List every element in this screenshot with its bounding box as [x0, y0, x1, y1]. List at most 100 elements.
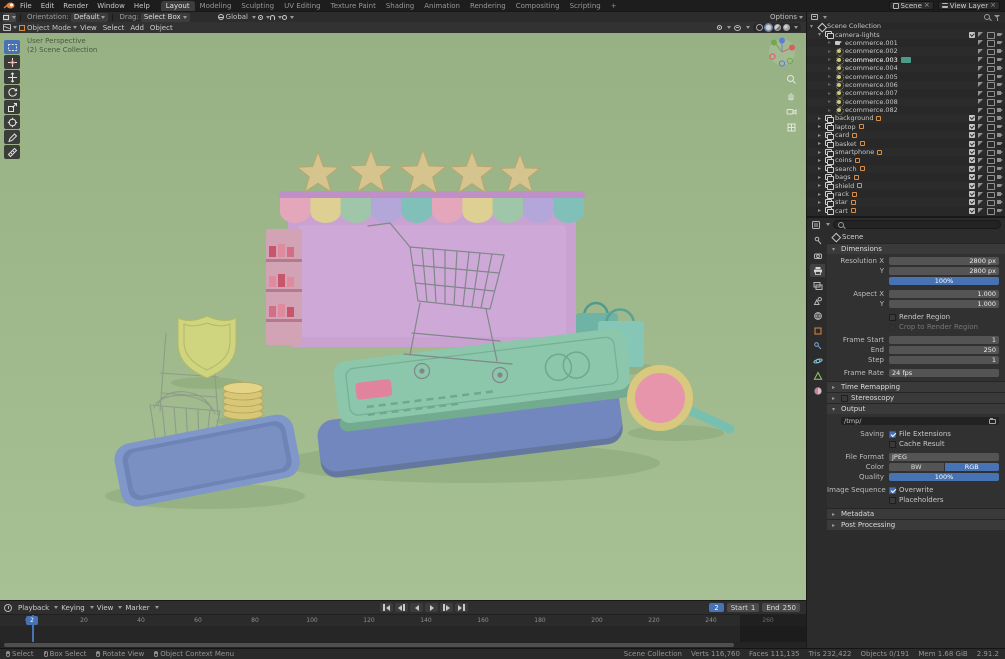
frame-start-field[interactable]: 1: [889, 336, 999, 344]
selectable-toggle-icon[interactable]: [977, 65, 984, 72]
current-frame-field[interactable]: 2: [709, 603, 724, 612]
menu-add[interactable]: Add: [127, 24, 147, 32]
output-path-field[interactable]: /tmp/: [841, 417, 999, 425]
collection-checkbox[interactable]: [968, 149, 975, 156]
expand-arrow[interactable]: ▸: [818, 132, 825, 139]
resolution-percent-slider[interactable]: 100%: [889, 277, 999, 285]
material-preview-icon[interactable]: [774, 24, 781, 31]
hide-render-toggle-icon[interactable]: [996, 207, 1003, 214]
hide-render-toggle-icon[interactable]: [996, 81, 1003, 88]
menu-file[interactable]: File: [16, 2, 36, 10]
expand-arrow[interactable]: ▸: [828, 81, 835, 88]
zoom-icon[interactable]: [786, 74, 797, 85]
toggle-ortho-icon[interactable]: [786, 122, 797, 133]
menu-keying[interactable]: Keying: [58, 604, 88, 612]
outliner-item-label[interactable]: Scene Collection: [827, 22, 881, 30]
outliner-item-label[interactable]: ecommerce.002: [845, 47, 898, 55]
hide-render-toggle-icon[interactable]: [996, 165, 1003, 172]
selectable-toggle-icon[interactable]: [977, 107, 984, 114]
add-workspace-button[interactable]: +: [606, 1, 622, 11]
stereoscopy-checkbox[interactable]: [841, 394, 848, 402]
hide-render-toggle-icon[interactable]: [996, 132, 1003, 139]
tab-modeling[interactable]: Modeling: [195, 1, 237, 11]
hide-viewport-toggle-icon[interactable]: [987, 56, 995, 64]
hide-render-toggle-icon[interactable]: [996, 73, 1003, 80]
prev-keyframe-button[interactable]: [395, 603, 408, 612]
outliner-editor-icon[interactable]: [811, 14, 818, 20]
outliner-item-label[interactable]: basket: [835, 140, 857, 148]
collection-checkbox[interactable]: [968, 31, 975, 38]
tool-measure[interactable]: [4, 145, 20, 159]
outliner-row[interactable]: ▸ search: [807, 164, 1005, 174]
expand-arrow[interactable]: ▸: [818, 165, 825, 172]
outliner-row[interactable]: ▾ camera-lights: [807, 30, 1005, 40]
menu-view[interactable]: View: [77, 24, 100, 32]
search-icon[interactable]: [983, 13, 991, 21]
cache-result-checkbox[interactable]: [889, 440, 896, 448]
tab-view-layer[interactable]: [810, 279, 825, 292]
outliner-row[interactable]: ▸ star: [807, 198, 1005, 207]
menu-window[interactable]: Window: [93, 2, 129, 10]
expand-arrow[interactable]: ▸: [828, 73, 835, 80]
hide-viewport-toggle-icon[interactable]: [987, 165, 995, 173]
panel-header-time-remapping[interactable]: ▸ Time Remapping: [827, 381, 1005, 392]
view-layer-selector[interactable]: View Layer ×: [937, 1, 1000, 10]
hide-viewport-toggle-icon[interactable]: [987, 157, 995, 165]
tab-modifiers[interactable]: [810, 339, 825, 352]
expand-arrow[interactable]: ▸: [818, 174, 825, 181]
outliner-item-label[interactable]: card: [835, 131, 849, 139]
panel-header-metadata[interactable]: ▸ Metadata: [827, 508, 1005, 519]
expand-arrow[interactable]: ▸: [818, 157, 825, 164]
outliner-item-label[interactable]: bags: [835, 173, 851, 181]
orientation-dropdown[interactable]: Default: [70, 12, 109, 22]
breadcrumb-scene[interactable]: Scene: [842, 233, 863, 241]
play-button[interactable]: [425, 603, 438, 612]
outliner-item-label[interactable]: background: [835, 114, 873, 122]
selectable-toggle-icon[interactable]: [977, 199, 984, 206]
frame-step-field[interactable]: 1: [889, 356, 999, 364]
hide-viewport-toggle-icon[interactable]: [987, 107, 995, 115]
selectable-toggle-icon[interactable]: [977, 73, 984, 80]
coins[interactable]: [222, 382, 264, 420]
outliner-item-label[interactable]: smartphone: [835, 148, 874, 156]
hide-render-toggle-icon[interactable]: [996, 115, 1003, 122]
selectable-toggle-icon[interactable]: [977, 90, 984, 97]
color-rgb-button[interactable]: RGB: [944, 463, 999, 471]
expand-arrow[interactable]: ▸: [818, 149, 825, 156]
collection-checkbox[interactable]: [968, 199, 975, 206]
placeholders-checkbox[interactable]: [889, 496, 896, 504]
selectable-toggle-icon[interactable]: [977, 149, 984, 156]
outliner-item-label[interactable]: ecommerce.005: [845, 73, 898, 81]
collection-checkbox[interactable]: [968, 157, 975, 164]
hide-render-toggle-icon[interactable]: [996, 140, 1003, 147]
folder-icon[interactable]: [989, 417, 996, 424]
transform-orientation-dropdown[interactable]: Global: [216, 13, 258, 22]
outliner-item-label[interactable]: ecommerce.082: [845, 106, 898, 114]
outliner-item-label[interactable]: shield: [835, 182, 854, 190]
outliner-row[interactable]: ▸ laptop: [807, 123, 1005, 132]
panel-header-dimensions[interactable]: ▾ Dimensions: [827, 243, 1005, 254]
hide-render-toggle-icon[interactable]: [996, 48, 1003, 55]
panel-header-stereoscopy[interactable]: ▸ Stereoscopy: [827, 392, 1005, 403]
panel-header-output[interactable]: ▾ Output: [827, 403, 1005, 414]
hide-viewport-toggle-icon[interactable]: [987, 132, 995, 140]
outliner-item-label[interactable]: star: [835, 198, 848, 206]
selectable-toggle-icon[interactable]: [977, 115, 984, 122]
selectable-toggle-icon[interactable]: [977, 81, 984, 88]
snapping-button[interactable]: [270, 13, 283, 22]
mode-dropdown[interactable]: Object Mode: [27, 24, 71, 32]
hide-viewport-toggle-icon[interactable]: [987, 65, 995, 73]
outliner-item-label[interactable]: camera-lights: [835, 31, 880, 39]
selectable-toggle-icon[interactable]: [977, 31, 984, 38]
outliner-item-label[interactable]: laptop: [835, 123, 856, 131]
jump-to-end-button[interactable]: [455, 603, 468, 612]
selectable-toggle-icon[interactable]: [977, 56, 984, 63]
solid-shading-icon[interactable]: [764, 23, 773, 32]
tab-scripting[interactable]: Scripting: [565, 1, 606, 11]
outliner-item-label[interactable]: coins: [835, 156, 852, 164]
hide-viewport-toggle-icon[interactable]: [987, 174, 995, 182]
frame-start-field[interactable]: Start 1: [726, 603, 760, 612]
selectable-toggle-icon[interactable]: [977, 123, 984, 130]
menu-help[interactable]: Help: [130, 2, 154, 10]
outliner-row[interactable]: ▸ shield: [807, 181, 1005, 191]
